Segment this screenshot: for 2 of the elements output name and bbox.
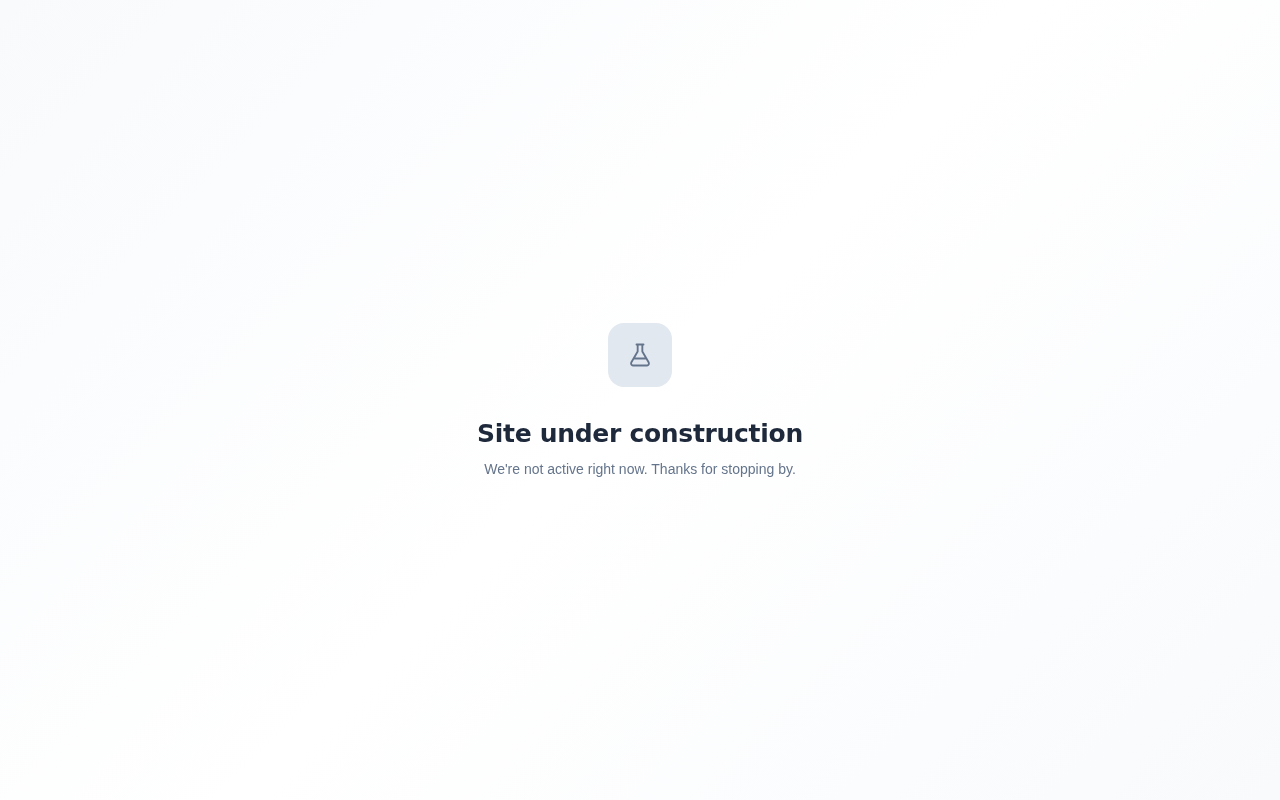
page-title: Site under construction [477,419,803,449]
status-message: We're not active right now. Thanks for stopping by. [484,461,796,477]
